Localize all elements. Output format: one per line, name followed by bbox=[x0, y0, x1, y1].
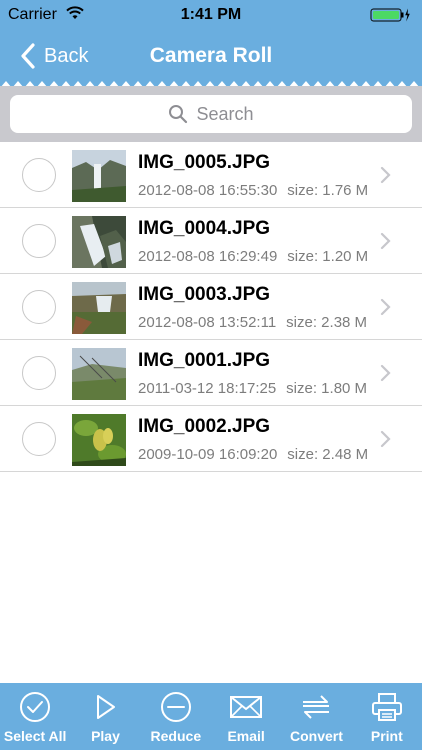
play-icon bbox=[97, 695, 116, 719]
search-input[interactable]: Search bbox=[10, 95, 412, 133]
file-meta: 2011-03-12 18:17:25 size: 1.80 M bbox=[138, 380, 367, 397]
select-checkbox[interactable] bbox=[22, 422, 56, 456]
battery-icon bbox=[370, 8, 410, 22]
file-date: 2012-08-08 16:55:30 bbox=[138, 182, 278, 199]
file-size: size: 1.20 M bbox=[287, 248, 369, 265]
file-date: 2012-08-08 13:52:11 bbox=[138, 314, 277, 331]
search-placeholder: Search bbox=[196, 103, 254, 124]
status-bar: Carrier 1:41 PM bbox=[0, 0, 422, 30]
printer-icon bbox=[371, 693, 402, 721]
list-item[interactable]: IMG_0005.JPG 2012-08-08 16:55:30 size: 1.… bbox=[0, 142, 422, 208]
convert-arrows-icon bbox=[303, 695, 330, 719]
convert-label: Convert bbox=[290, 728, 343, 744]
photo-thumbnail bbox=[72, 414, 126, 466]
file-meta: 2012-08-08 16:55:30 size: 1.76 M bbox=[138, 182, 368, 199]
file-meta: 2009-10-09 16:09:20 size: 2.48 M bbox=[138, 446, 368, 463]
photo-thumbnail bbox=[72, 150, 126, 202]
navigation-bar: Carrier 1:41 PM Back Camera Roll bbox=[0, 0, 422, 88]
list-item[interactable]: IMG_0003.JPG 2012-08-08 13:52:11 size: 2.… bbox=[0, 274, 422, 340]
list-item[interactable]: IMG_0001.JPG 2011-03-12 18:17:25 size: 1.… bbox=[0, 340, 422, 406]
select-checkbox[interactable] bbox=[22, 290, 56, 324]
chevron-right-icon bbox=[380, 430, 391, 448]
page-title: Camera Roll bbox=[149, 44, 273, 67]
print-button[interactable]: Print bbox=[352, 683, 422, 750]
print-label: Print bbox=[370, 728, 403, 744]
file-name: IMG_0004.JPG bbox=[138, 218, 271, 239]
convert-button[interactable]: Convert bbox=[281, 683, 351, 750]
file-size: size: 1.76 M bbox=[287, 182, 369, 199]
file-name: IMG_0005.JPG bbox=[138, 152, 271, 173]
chevron-right-icon bbox=[380, 232, 391, 250]
select-checkbox[interactable] bbox=[22, 224, 56, 258]
list-item[interactable]: IMG_0002.JPG 2009-10-09 16:09:20 size: 2.… bbox=[0, 406, 422, 472]
file-name: IMG_0003.JPG bbox=[138, 284, 271, 305]
clock: 1:41 PM bbox=[180, 6, 242, 23]
play-button[interactable]: Play bbox=[70, 683, 140, 750]
file-meta: 2012-08-08 16:29:49 size: 1.20 M bbox=[138, 248, 368, 265]
minus-circle-icon bbox=[160, 692, 191, 722]
chevron-right-icon bbox=[380, 298, 391, 316]
select-all-button[interactable]: Select All bbox=[0, 683, 70, 750]
photo-thumbnail bbox=[72, 216, 126, 268]
file-size: size: 1.80 M bbox=[286, 380, 368, 397]
reduce-label: Reduce bbox=[150, 728, 202, 744]
play-label: Play bbox=[91, 728, 120, 744]
file-meta: 2012-08-08 13:52:11 size: 2.38 M bbox=[138, 314, 367, 331]
envelope-icon bbox=[230, 696, 263, 718]
reduce-button[interactable]: Reduce bbox=[141, 683, 211, 750]
list-item[interactable]: IMG_0004.JPG 2012-08-08 16:29:49 size: 1.… bbox=[0, 208, 422, 274]
chevron-right-icon bbox=[380, 166, 391, 184]
email-button[interactable]: Email bbox=[211, 683, 281, 750]
search-bar: Search bbox=[0, 86, 422, 142]
file-date: 2009-10-09 16:09:20 bbox=[138, 446, 278, 463]
file-size: size: 2.48 M bbox=[287, 446, 369, 463]
select-all-label: Select All bbox=[3, 728, 67, 744]
email-label: Email bbox=[227, 728, 265, 744]
file-name: IMG_0001.JPG bbox=[138, 350, 271, 371]
select-checkbox[interactable] bbox=[22, 158, 56, 192]
file-date: 2011-03-12 18:17:25 bbox=[138, 380, 277, 397]
file-list: IMG_0005.JPG 2012-08-08 16:55:30 size: 1.… bbox=[0, 142, 422, 472]
chevron-right-icon bbox=[380, 364, 391, 382]
file-name: IMG_0002.JPG bbox=[138, 416, 271, 437]
file-size: size: 2.38 M bbox=[286, 314, 368, 331]
file-date: 2012-08-08 16:29:49 bbox=[138, 248, 278, 265]
bottom-toolbar: Select All Play Reduce Email Convert Pri… bbox=[0, 683, 422, 750]
select-checkbox[interactable] bbox=[22, 356, 56, 390]
checkmark-circle-icon bbox=[20, 692, 51, 722]
photo-thumbnail bbox=[72, 348, 126, 400]
search-icon bbox=[169, 105, 188, 124]
photo-thumbnail bbox=[72, 282, 126, 334]
